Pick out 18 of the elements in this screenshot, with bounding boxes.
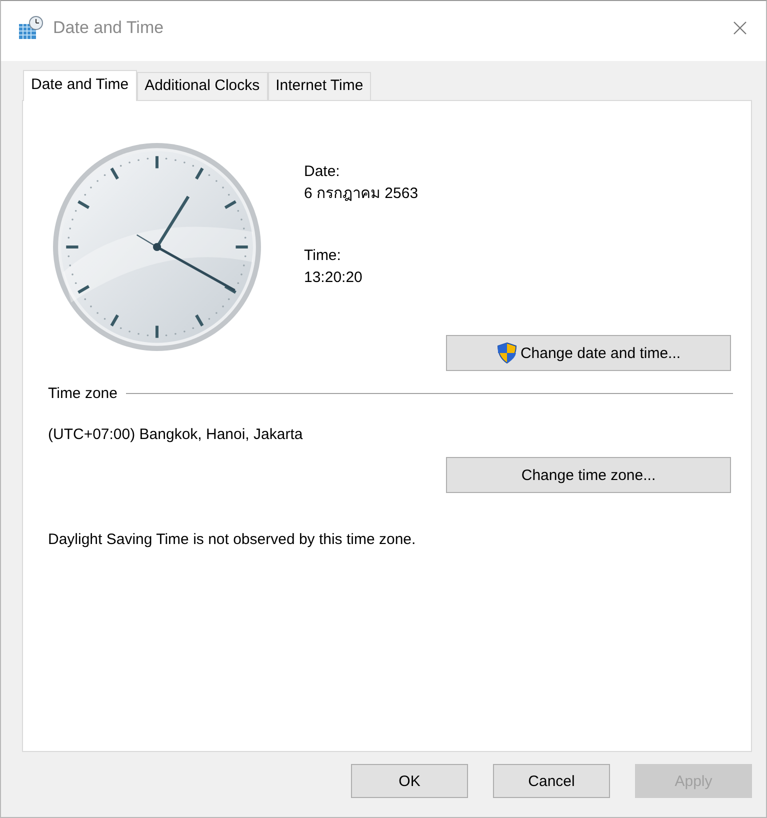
ok-button[interactable]: OK [351, 764, 468, 798]
group-heading: Time zone [47, 385, 118, 402]
tab[interactable]: Date and Time [23, 70, 137, 101]
cancel-button[interactable]: Cancel [493, 764, 610, 798]
dst-note: Daylight Saving Time is not observed by this time zone. [48, 531, 417, 548]
clock-calendar-icon [18, 15, 44, 41]
window-title: Date and Time [53, 18, 164, 38]
date-label: Date: [304, 162, 341, 182]
tab[interactable]: Internet Time [268, 72, 372, 100]
date-value: 6 กรกฎาคม 2563 [304, 184, 418, 204]
change-time-zone-button[interactable]: Change time zone... [446, 457, 731, 493]
tab[interactable]: Additional Clocks [136, 72, 268, 100]
time-value: 13:20:20 [304, 268, 364, 288]
time-zone-value: (UTC+07:00) Bangkok, Hanoi, Jakarta [48, 426, 304, 443]
change-date-and-time-button[interactable]: Change date and time... [446, 335, 731, 371]
close-icon[interactable] [733, 21, 747, 35]
shield-icon [496, 342, 518, 364]
time-label: Time: [304, 246, 342, 266]
